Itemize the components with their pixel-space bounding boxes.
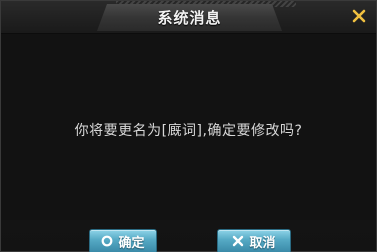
close-icon [352, 9, 366, 23]
cancel-button-label: 取消 [249, 235, 276, 251]
system-message-dialog: 系统消息 你将要更名为[廐词],确定要修改吗? 确定 取消 [0, 0, 377, 252]
dialog-titlebar: 系统消息 [1, 1, 376, 34]
dialog-footer: 确定 取消 [1, 223, 376, 252]
confirm-button[interactable]: 确定 [89, 229, 157, 252]
confirm-button-label: 确定 [118, 235, 145, 251]
title-tab: 系统消息 [97, 4, 282, 31]
dialog-title: 系统消息 [157, 9, 222, 27]
cancel-button[interactable]: 取消 [217, 229, 291, 252]
circle-icon [101, 235, 113, 247]
x-icon [232, 235, 244, 247]
close-button[interactable] [350, 7, 368, 25]
dialog-message: 你将要更名为[廐词],确定要修改吗? [74, 123, 303, 139]
